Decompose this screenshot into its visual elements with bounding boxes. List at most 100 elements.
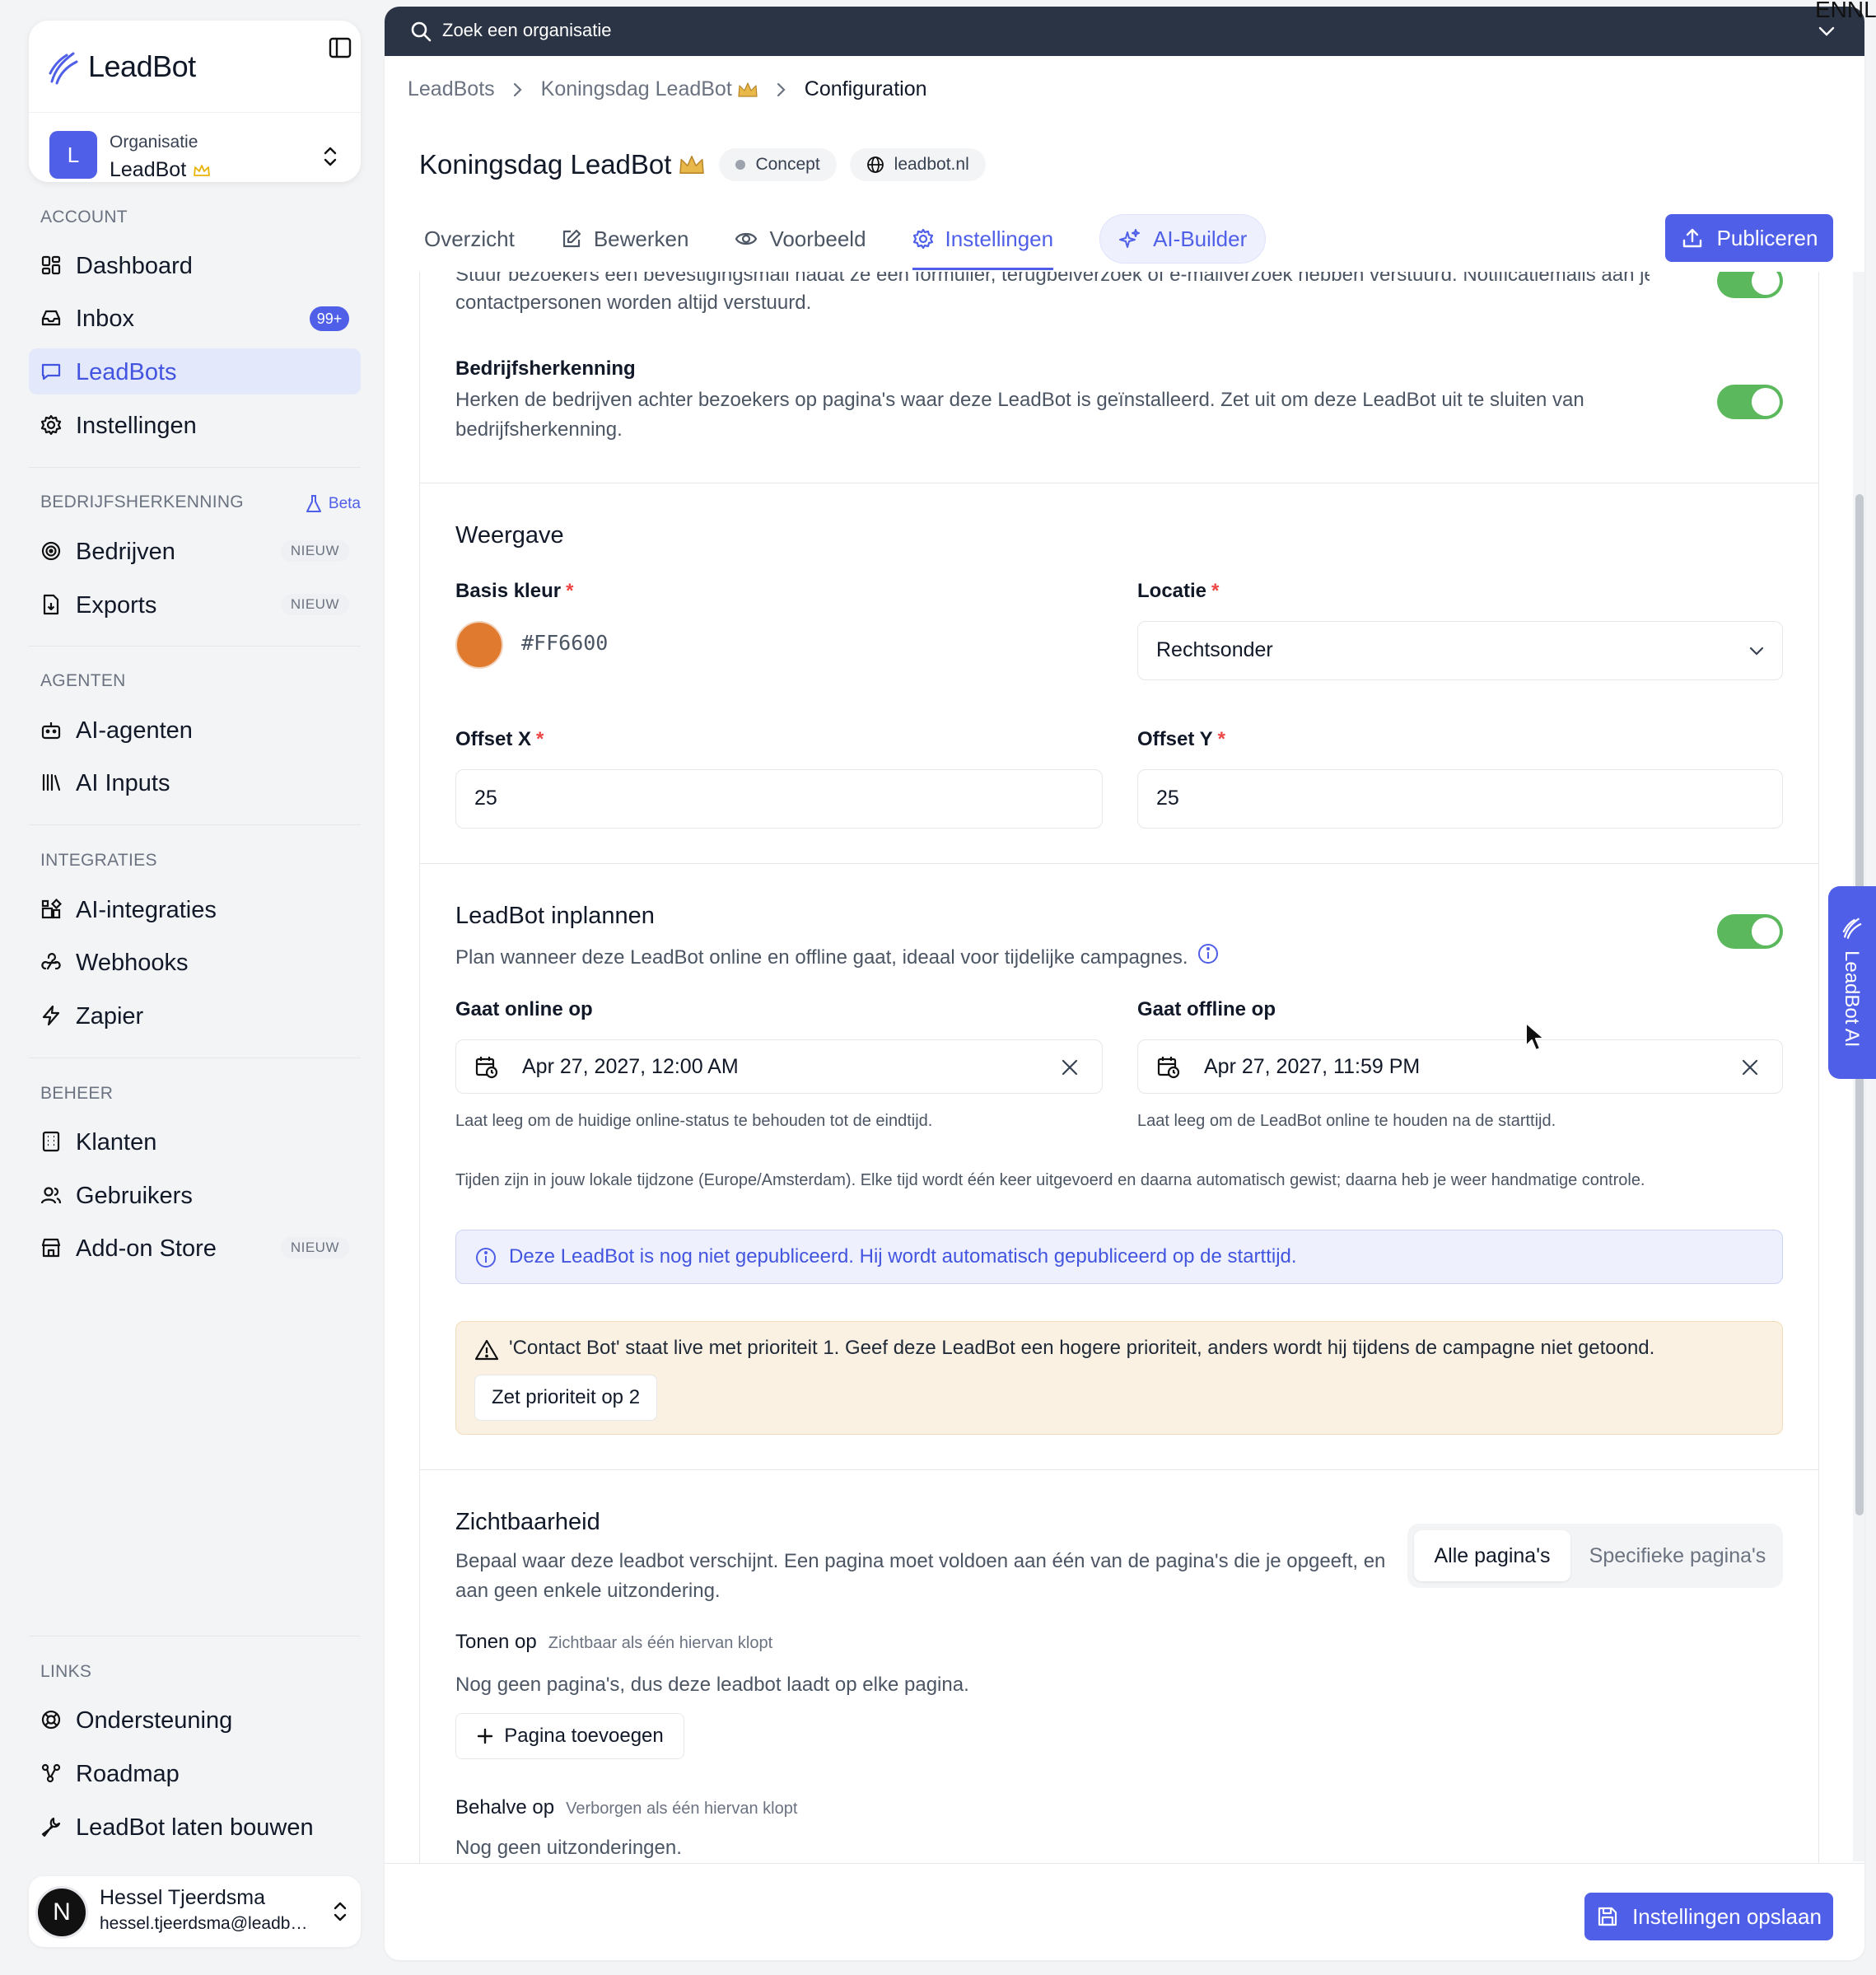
warning-alert: 'Contact Bot' staat live met prioriteit … <box>455 1321 1783 1435</box>
user-menu[interactable]: N Hessel Tjeerdsma hessel.tjeerdsma@lead… <box>29 1876 361 1947</box>
sidebar-item-exports[interactable]: Exports NIEUW <box>29 581 361 628</box>
brand-row: LeadBot <box>47 40 343 93</box>
color-swatch[interactable] <box>455 621 503 669</box>
sidebar-item-ai-agenten[interactable]: AI-agenten <box>29 707 361 753</box>
gear-icon <box>912 228 934 250</box>
sidebar-item-inbox[interactable]: Inbox 99+ <box>29 295 361 341</box>
tab-voorbeeld[interactable]: Voorbeeld <box>735 214 866 264</box>
sidebar-item-instellingen[interactable]: Instellingen <box>29 402 361 448</box>
sidebar-item-label: Zapier <box>76 1003 144 1030</box>
sidebar-item-laten-bouwen[interactable]: LeadBot laten bouwen <box>29 1804 361 1850</box>
color-hex-value[interactable]: #FF6600 <box>521 631 608 655</box>
user-avatar: N <box>35 1886 88 1939</box>
set-priority-button[interactable]: Zet prioriteit op 2 <box>474 1375 657 1421</box>
tab-ai-builder[interactable]: AI-Builder <box>1099 214 1267 264</box>
sidebar-item-zapier[interactable]: Zapier <box>29 992 361 1039</box>
sidebar-item-webhooks[interactable]: Webhooks <box>29 939 361 985</box>
tab-bewerken[interactable]: Bewerken <box>561 214 688 264</box>
save-settings-button[interactable]: Instellingen opslaan <box>1584 1893 1833 1940</box>
sidebar-item-klanten[interactable]: Klanten <box>29 1118 361 1165</box>
sidebar-item-dashboard[interactable]: Dashboard <box>29 242 361 288</box>
offset-x-value: 25 <box>474 787 497 810</box>
required-mark: * <box>1211 580 1220 602</box>
breadcrumb-bot[interactable]: Koningsdag LeadBot <box>541 77 732 101</box>
tab-instellingen[interactable]: Instellingen <box>912 214 1053 270</box>
store-icon <box>40 1237 62 1258</box>
save-settings-label: Instellingen opslaan <box>1632 1903 1822 1929</box>
seg-specific-pages[interactable]: Specifieke pagina's <box>1579 1530 1776 1581</box>
sidebar-item-ai-integraties[interactable]: AI-integraties <box>29 886 361 932</box>
sidebar-item-label: Exports <box>76 592 157 619</box>
info-icon[interactable] <box>1197 942 1220 965</box>
crown-icon <box>678 153 706 176</box>
locatie-text: Locatie <box>1137 580 1207 602</box>
page-header: Koningsdag LeadBot Concept leadbot.nl <box>419 148 986 181</box>
webhook-icon <box>40 951 62 973</box>
crown-icon <box>193 163 211 178</box>
seg-all-pages[interactable]: Alle pagina's <box>1414 1530 1570 1581</box>
info-alert: Deze LeadBot is nog niet gepubliceerd. H… <box>455 1230 1783 1284</box>
leadbot-ai-launcher[interactable]: LeadBot AI <box>1828 886 1876 1079</box>
chevron-right-icon <box>777 82 786 97</box>
gear-icon <box>40 414 62 436</box>
schedule-desc-text: Plan wanneer deze LeadBot online en offl… <box>455 946 1188 969</box>
online-datetime-input[interactable]: Apr 27, 2027, 12:00 AM <box>455 1039 1103 1094</box>
schedule-toggle[interactable] <box>1717 914 1783 949</box>
sidebar-item-ai-inputs[interactable]: AI Inputs <box>29 759 361 805</box>
beta-badge: Beta <box>306 494 361 514</box>
users-icon <box>40 1184 62 1206</box>
chevron-right-icon <box>513 82 523 97</box>
online-label: Gaat online op <box>455 998 593 1020</box>
sidebar-item-addon-store[interactable]: Add-on Store NIEUW <box>29 1225 361 1271</box>
offline-datetime-input[interactable]: Apr 27, 2027, 11:59 PM <box>1137 1039 1783 1094</box>
org-search-input[interactable]: Zoek een organisatie <box>442 20 611 41</box>
confirm-mail-toggle[interactable] <box>1717 272 1783 298</box>
confirm-mail-desc: Stuur bezoekers een bevestigingsmail nad… <box>455 272 1650 286</box>
tab-overzicht[interactable]: Overzicht <box>424 214 515 264</box>
offset-x-text: Offset X <box>455 728 532 750</box>
except-on-hint: Verborgen als één hiervan klopt <box>566 1800 798 1818</box>
close-icon[interactable] <box>1061 1058 1079 1076</box>
building-icon <box>40 1131 62 1152</box>
sidebar-toggle-icon[interactable] <box>328 35 352 60</box>
beta-label: Beta <box>328 495 361 512</box>
offset-x-input[interactable]: 25 <box>455 769 1103 829</box>
status-dot-icon <box>735 160 746 170</box>
chevron-down-icon[interactable] <box>1818 26 1835 36</box>
sidebar-item-roadmap[interactable]: Roadmap <box>29 1750 361 1796</box>
required-mark: * <box>536 728 544 750</box>
leadbot-logo-icon <box>1841 916 1863 939</box>
divider <box>29 824 361 825</box>
breadcrumb-leadbots[interactable]: LeadBots <box>408 77 495 101</box>
settings-panel: Stuur bezoekers een bevestigingsmail nad… <box>419 272 1819 1863</box>
domain-badge[interactable]: leadbot.nl <box>849 148 986 181</box>
section-integraties: INTEGRATIES <box>40 851 157 870</box>
offset-x-label: Offset X * <box>455 728 544 751</box>
tab-label: Overzicht <box>424 226 515 251</box>
org-search-bar[interactable]: Zoek een organisatie <box>385 7 1864 56</box>
sidebar-item-gebruikers[interactable]: Gebruikers <box>29 1172 361 1218</box>
sidebar-item-leadbots[interactable]: LeadBots <box>29 348 361 395</box>
weergave-title: Weergave <box>455 522 564 549</box>
org-switcher[interactable]: L Organisatie LeadBot <box>29 112 361 182</box>
close-icon[interactable] <box>1741 1058 1759 1076</box>
chat-icon <box>40 361 62 382</box>
globe-icon <box>866 156 884 174</box>
bedrijfsherkenning-toggle[interactable] <box>1717 385 1783 419</box>
offline-datetime-value: Apr 27, 2027, 11:59 PM <box>1204 1055 1421 1078</box>
sidebar-item-ondersteuning[interactable]: Ondersteuning <box>29 1697 361 1743</box>
sidebar-item-bedrijven[interactable]: Bedrijven NIEUW <box>29 528 361 574</box>
offset-y-input[interactable]: 25 <box>1137 769 1783 829</box>
publish-label: Publiceren <box>1716 225 1818 250</box>
user-email: hessel.tjeerdsma@leadbot.nl <box>100 1914 315 1933</box>
language-switch[interactable]: ENNL <box>1815 0 1876 23</box>
except-on-header: Behalve op Verborgen als één hiervan klo… <box>455 1796 797 1819</box>
online-datetime-value: Apr 27, 2027, 12:00 AM <box>522 1055 739 1078</box>
publish-button[interactable]: Publiceren <box>1665 214 1833 262</box>
org-name-text: LeadBot <box>110 158 187 181</box>
warning-icon <box>474 1338 499 1361</box>
basis-kleur-text: Basis kleur <box>455 580 562 602</box>
add-page-button[interactable]: Pagina toevoegen <box>455 1713 684 1759</box>
inbox-icon <box>40 307 62 329</box>
locatie-select[interactable]: Rechtsonder <box>1137 621 1783 680</box>
